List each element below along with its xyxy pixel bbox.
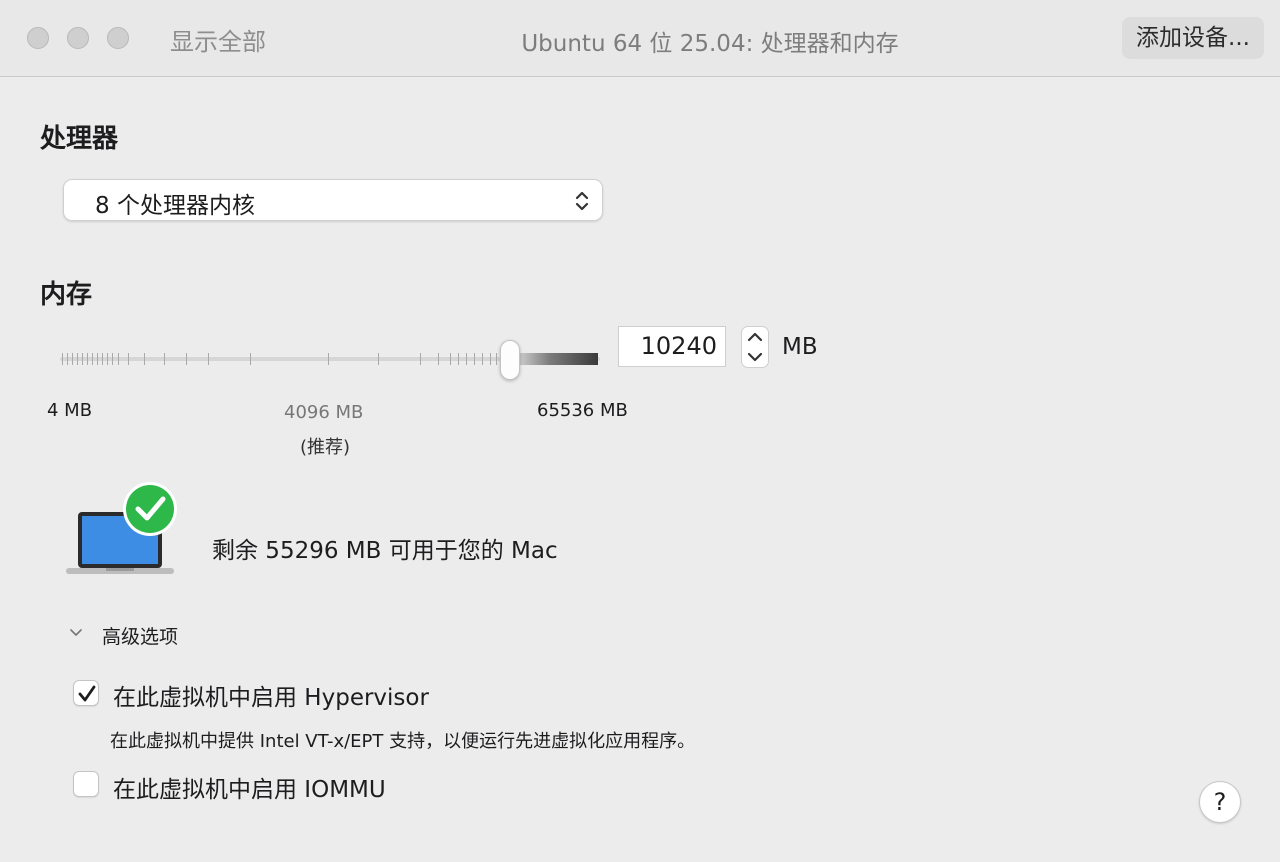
advanced-options-label: 高级选项 [102,626,179,648]
green-checkmark-icon [123,482,177,536]
slider-tick [420,353,421,365]
slider-thumb[interactable] [500,340,520,380]
slider-tick [77,353,78,365]
slider-tick [72,353,73,365]
slider-tick [250,353,251,365]
slider-tick [97,353,98,365]
slider-tick [82,353,83,365]
slider-max-label: 65536 MB [537,400,628,421]
slider-tick [482,353,483,365]
title-bar: 显示全部 Ubuntu 64 位 25.04: 处理器和内存 添加设备... [0,0,1280,77]
memory-available-text: 剩余 55296 MB 可用于您的 Mac [212,538,558,564]
memory-unit-label: MB [782,334,818,360]
slider-tick [458,353,459,365]
slider-recommended-note: (推荐) [300,437,351,458]
iommu-checkbox[interactable] [73,771,99,797]
stepper-down-button[interactable] [742,347,768,367]
slider-tick [118,353,119,365]
add-device-button[interactable]: 添加设备... [1122,17,1264,59]
slider-min-label: 4 MB [47,400,93,421]
slider-tick [87,353,88,365]
memory-slider[interactable] [58,340,603,380]
slider-tick [164,353,165,365]
slider-tick [474,353,475,365]
zoom-dot-icon[interactable] [107,27,129,49]
memory-section-title: 内存 [40,280,93,310]
memory-value-input[interactable]: 10240 [618,326,726,367]
slider-tick [378,353,379,365]
minimize-dot-icon[interactable] [67,27,89,49]
iommu-label[interactable]: 在此虚拟机中启用 IOMMU [113,770,386,804]
slider-tick [128,353,129,365]
slider-tick [107,353,108,365]
chevron-down-icon [70,629,82,636]
slider-tick [92,353,93,365]
slider-fill [518,353,598,365]
checkmark-icon [78,685,96,702]
slider-tick [144,353,145,365]
slider-tick [62,353,63,365]
up-down-chevron-icon [575,191,589,211]
slider-recommended-label: 4096 MB [284,402,364,423]
processor-section-title: 处理器 [40,124,119,154]
help-button[interactable]: ? [1199,781,1241,823]
slider-tick [466,353,467,365]
slider-tick [450,353,451,365]
laptop-icon [66,482,177,574]
close-dot-icon[interactable] [27,27,49,49]
slider-tick [438,353,439,365]
show-all-button[interactable]: 显示全部 [170,22,266,57]
stepper-up-button[interactable] [742,327,768,347]
slider-tick [328,353,329,365]
slider-tick [496,353,497,365]
slider-tick [112,353,113,365]
slider-tick [67,353,68,365]
slider-tick [490,353,491,365]
stepper-icon[interactable] [741,326,769,368]
hypervisor-label[interactable]: 在此虚拟机中启用 Hypervisor [113,678,429,712]
slider-tick [186,353,187,365]
hypervisor-description: 在此虚拟机中提供 Intel VT-x/EPT 支持，以便运行先进虚拟化应用程序… [110,731,696,752]
slider-tick [102,353,103,365]
slider-tick [208,353,209,365]
hypervisor-checkbox[interactable] [73,680,99,706]
processor-cores-select[interactable]: 8 个处理器内核 [63,179,603,221]
processor-cores-value: 8 个处理器内核 [95,193,255,219]
